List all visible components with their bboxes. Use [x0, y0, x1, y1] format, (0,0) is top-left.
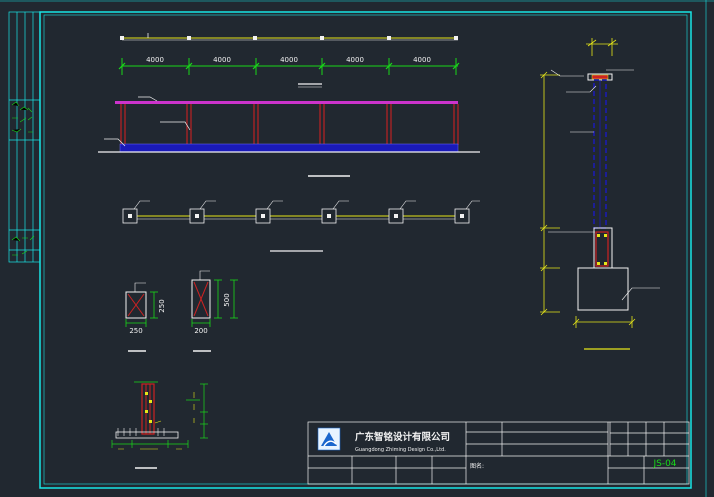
span-label-1: 4000	[146, 56, 164, 64]
pier-section-1: 250 250	[125, 282, 166, 352]
span-label-4: 4000	[346, 56, 364, 64]
section-1-width: 250	[129, 327, 142, 335]
drawing-name-label: 图名:	[470, 462, 484, 470]
elevation-base	[119, 143, 459, 153]
footing-detail	[111, 381, 208, 469]
binding-strip	[8, 11, 41, 263]
pier-plan	[122, 200, 480, 252]
section-1-height: 250	[158, 299, 166, 312]
wall-elevation	[98, 96, 480, 177]
drawing-inner-frame	[43, 14, 688, 485]
section-2-width: 200	[194, 327, 207, 335]
column-section-detail	[540, 38, 660, 350]
cad-drawing-canvas: 4000 4000 4000 4000 4000 250 250 200 500…	[0, 0, 714, 497]
span-label-3: 4000	[280, 56, 298, 64]
pier-section-2: 200 500	[191, 270, 238, 352]
company-name-en: Guangdong Zhiming Design Co.,Ltd.	[355, 447, 446, 453]
sheet-number: JS-04	[652, 459, 676, 469]
company-logo	[317, 427, 341, 451]
company-name-cn: 广东智铭设计有限公司	[355, 431, 450, 443]
binding-strip-text	[11, 101, 35, 256]
elevation-beam	[115, 101, 458, 104]
span-dimension-chain: 4000 4000 4000 4000 4000	[118, 33, 460, 88]
span-label-5: 4000	[413, 56, 431, 64]
section-2-height: 500	[223, 293, 231, 306]
span-label-2: 4000	[213, 56, 231, 64]
